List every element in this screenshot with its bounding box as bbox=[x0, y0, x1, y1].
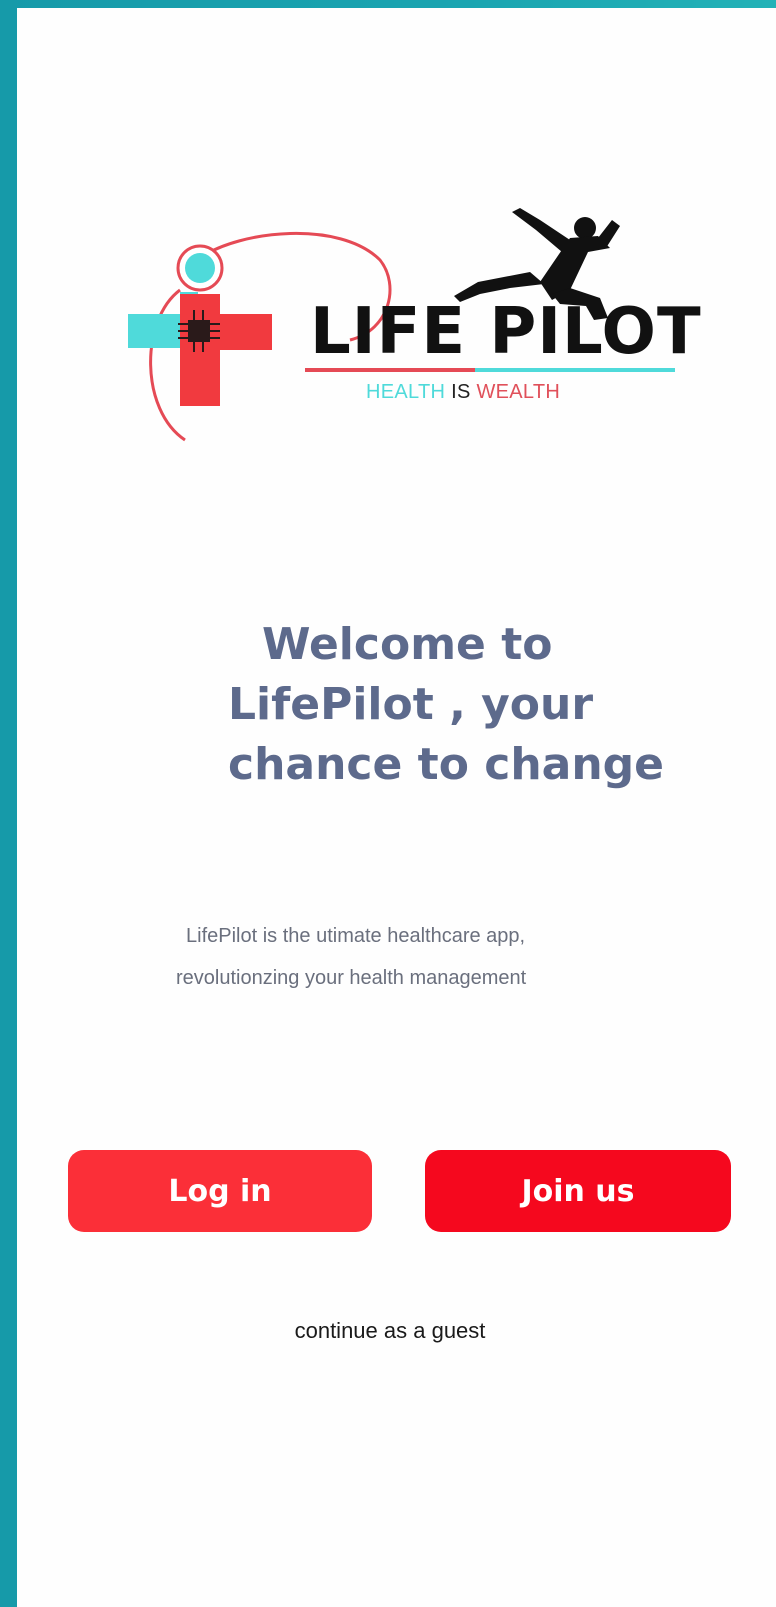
logo-teal-dot bbox=[185, 253, 215, 283]
description-line-2: revolutionzing your health management bbox=[176, 967, 527, 989]
welcome-line-3: chance to change bbox=[228, 739, 665, 790]
welcome-line-1: Welcome to bbox=[262, 619, 553, 670]
tagline-health: HEALTH bbox=[366, 381, 446, 403]
continue-as-guest-link[interactable]: continue as a guest bbox=[0, 1318, 776, 1344]
brand-tagline: HEALTH IS WEALTH bbox=[366, 381, 560, 404]
logo-arc-left bbox=[149, 288, 186, 442]
welcome-line-2: LifePilot , your bbox=[228, 679, 594, 730]
tagline-wealth: WEALTH bbox=[476, 381, 561, 403]
brand-name: LIFE PILOT bbox=[310, 295, 702, 369]
logo-chip bbox=[188, 320, 210, 342]
tagline-is: IS bbox=[451, 381, 471, 403]
guest-link-label: continue as a guest bbox=[294, 1318, 486, 1343]
description-line-1: LifePilot is the utimate healthcare app, bbox=[186, 925, 526, 947]
device-frame: LIFE PILOT HEALTH IS WEALTH Welcome to L… bbox=[0, 0, 776, 1607]
login-button[interactable]: Log in bbox=[68, 1150, 372, 1232]
join-us-button[interactable]: Join us bbox=[425, 1150, 731, 1232]
